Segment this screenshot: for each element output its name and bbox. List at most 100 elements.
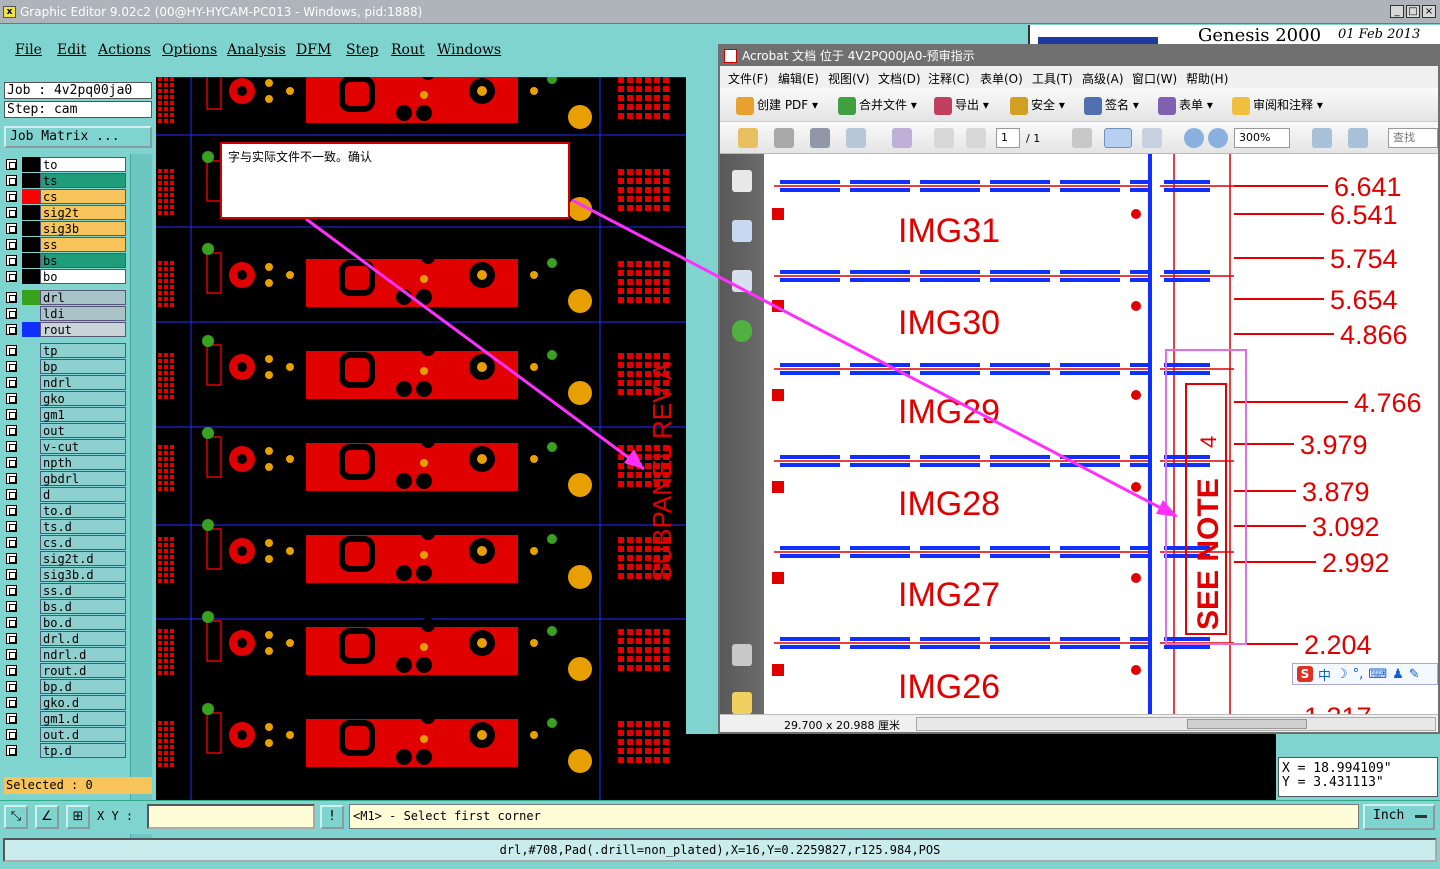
layer-row-gko[interactable]: gko <box>4 391 126 406</box>
layer-checkbox[interactable] <box>6 601 17 612</box>
layer-name[interactable]: v-cut <box>40 439 126 454</box>
layer-row-gbdrl[interactable]: gbdrl <box>4 471 126 486</box>
grid-icon[interactable]: ⊞ <box>66 805 90 829</box>
review-comment-button[interactable]: 审阅和注释 ▾ <box>1232 96 1323 115</box>
layer-row-out[interactable]: out <box>4 423 126 438</box>
layer-name[interactable]: gm1.d <box>40 711 126 726</box>
maximize-button[interactable]: □ <box>1406 5 1420 18</box>
layer-name[interactable]: ss <box>40 237 126 252</box>
menu-actions[interactable]: Actions <box>98 42 151 58</box>
layer-color-swatch[interactable] <box>22 487 40 502</box>
layer-color-swatch[interactable] <box>22 221 40 236</box>
acro-menu-comments[interactable]: 注释(C) <box>928 70 970 87</box>
hand-tool-icon[interactable] <box>1104 128 1132 148</box>
layer-row-ldi[interactable]: ldi <box>4 306 126 321</box>
layer-checkbox[interactable] <box>6 239 17 250</box>
layer-color-swatch[interactable] <box>22 743 40 758</box>
layer-checkbox[interactable] <box>6 271 17 282</box>
layer-row-ndrl.d[interactable]: ndrl.d <box>4 647 126 662</box>
sign-button[interactable]: 签名 ▾ <box>1084 96 1139 115</box>
layer-checkbox[interactable] <box>6 729 17 740</box>
layer-row-rout[interactable]: rout <box>4 322 126 337</box>
user-icon[interactable]: ♟ <box>1392 667 1404 682</box>
zoom-level-select[interactable]: 300% <box>1234 128 1290 148</box>
layer-checkbox[interactable] <box>6 665 17 676</box>
layer-checkbox[interactable] <box>6 489 17 500</box>
layer-name[interactable]: drl <box>40 290 126 305</box>
layer-color-swatch[interactable] <box>22 157 40 172</box>
layer-color-swatch[interactable] <box>22 290 40 305</box>
zoom-tool-icon[interactable] <box>1142 128 1162 148</box>
layer-name[interactable]: to <box>40 157 126 172</box>
layer-name[interactable]: drl.d <box>40 631 126 646</box>
layer-name[interactable]: out.d <box>40 727 126 742</box>
open-folder-icon[interactable] <box>738 128 758 148</box>
layer-checkbox[interactable] <box>6 191 17 202</box>
layer-color-swatch[interactable] <box>22 306 40 321</box>
layer-color-swatch[interactable] <box>22 173 40 188</box>
layer-name[interactable]: to.d <box>40 503 126 518</box>
layer-checkbox[interactable] <box>6 617 17 628</box>
layer-checkbox[interactable] <box>6 505 17 516</box>
layer-checkbox[interactable] <box>6 585 17 596</box>
layer-color-swatch[interactable] <box>22 391 40 406</box>
layer-name[interactable]: rout <box>40 322 126 337</box>
layer-row-ss[interactable]: ss <box>4 237 126 252</box>
menu-analysis[interactable]: Analysis <box>227 42 286 58</box>
moon-icon[interactable]: ☽ <box>1336 667 1348 682</box>
layer-checkbox[interactable] <box>6 697 17 708</box>
layer-row-to[interactable]: to <box>4 157 126 172</box>
layer-checkbox[interactable] <box>6 473 17 484</box>
layer-checkbox[interactable] <box>6 223 17 234</box>
layer-list-scrollbar[interactable] <box>130 154 152 846</box>
layer-color-swatch[interactable] <box>22 269 40 284</box>
help-icon[interactable] <box>732 320 752 342</box>
layer-row-bp.d[interactable]: bp.d <box>4 679 126 694</box>
acro-menu-window[interactable]: 窗口(W) <box>1132 70 1177 87</box>
layer-name[interactable]: ss.d <box>40 583 126 598</box>
unit-select[interactable]: Inch <box>1363 804 1435 830</box>
layer-row-bs[interactable]: bs <box>4 253 126 268</box>
menu-step[interactable]: Step <box>346 42 378 58</box>
full-screen-icon[interactable] <box>1348 128 1368 148</box>
layer-name[interactable]: ndrl.d <box>40 647 126 662</box>
layer-name[interactable]: tp <box>40 343 126 358</box>
layer-color-swatch[interactable] <box>22 503 40 518</box>
layer-name[interactable]: out <box>40 423 126 438</box>
prev-page-icon[interactable] <box>934 128 954 148</box>
measure-icon[interactable]: ∠ <box>35 805 59 829</box>
email-icon[interactable] <box>846 128 866 148</box>
layer-name[interactable]: bp <box>40 359 126 374</box>
layer-name[interactable]: sig2t <box>40 205 126 220</box>
layer-row-drl[interactable]: drl <box>4 290 126 305</box>
layer-checkbox[interactable] <box>6 175 17 186</box>
save-icon[interactable] <box>810 128 830 148</box>
layer-row-to.d[interactable]: to.d <box>4 503 126 518</box>
layer-name[interactable]: cs <box>40 189 126 204</box>
pdf-document-view[interactable]: IMG31 IMG30 IMG29 IMG28 IMG27 IMG26 6.641 6.541… <box>764 154 1438 714</box>
layer-color-swatch[interactable] <box>22 535 40 550</box>
layer-checkbox[interactable] <box>6 409 17 420</box>
layer-row-tp.d[interactable]: tp.d <box>4 743 126 758</box>
layer-color-swatch[interactable] <box>22 631 40 646</box>
layer-row-ts.d[interactable]: ts.d <box>4 519 126 534</box>
acro-menu-view[interactable]: 视图(V) <box>828 70 870 87</box>
layer-row-sig3b[interactable]: sig3b <box>4 221 126 236</box>
acro-menu-forms[interactable]: 表单(O) <box>980 70 1023 87</box>
menu-rout[interactable]: Rout <box>391 42 425 58</box>
pages-icon[interactable] <box>892 128 912 148</box>
acro-menu-tools[interactable]: 工具(T) <box>1032 70 1073 87</box>
ime-toolbar[interactable]: S 中 ☽ °, ⌨ ♟ ✎ <box>1292 663 1438 685</box>
layer-row-rout.d[interactable]: rout.d <box>4 663 126 678</box>
next-page-icon[interactable] <box>966 128 986 148</box>
layer-name[interactable]: gko <box>40 391 126 406</box>
layer-checkbox[interactable] <box>6 633 17 644</box>
layer-color-swatch[interactable] <box>22 695 40 710</box>
fit-width-icon[interactable] <box>1312 128 1332 148</box>
search-input[interactable]: 查找 <box>1388 128 1438 148</box>
acro-menu-advanced[interactable]: 高级(A) <box>1082 70 1124 87</box>
layer-row-gm1.d[interactable]: gm1.d <box>4 711 126 726</box>
layer-color-swatch[interactable] <box>22 567 40 582</box>
comments-icon[interactable] <box>732 692 752 714</box>
attachments-icon[interactable] <box>732 644 752 666</box>
